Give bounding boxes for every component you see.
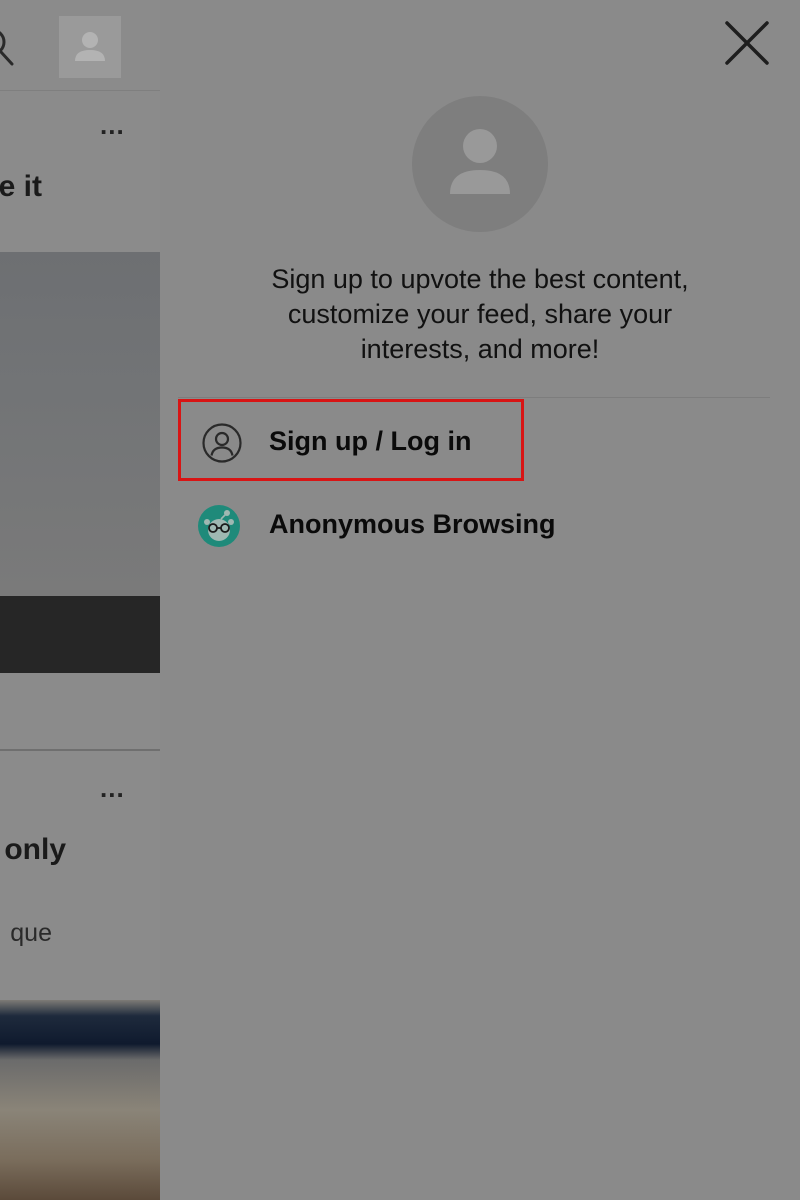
divider bbox=[178, 397, 770, 398]
background-feed: ... e it ... only que bbox=[0, 0, 160, 1200]
prompt-line: Sign up to upvote the best content, bbox=[271, 264, 689, 294]
post-title: only bbox=[4, 833, 66, 866]
post-image-footer bbox=[0, 596, 160, 673]
signup-prompt: Sign up to upvote the best content, cust… bbox=[200, 262, 760, 367]
post-image bbox=[0, 1000, 160, 1200]
account-drawer: Sign up to upvote the best content, cust… bbox=[160, 0, 800, 1200]
post-title: e it bbox=[0, 170, 42, 203]
post-more-options-icon: ... bbox=[100, 773, 125, 803]
prompt-line: interests, and more! bbox=[360, 334, 600, 364]
post-subtitle: que bbox=[10, 919, 52, 947]
feed-top-bar bbox=[0, 0, 160, 91]
post-image bbox=[0, 252, 160, 596]
anonymous-snoo-icon bbox=[198, 505, 240, 547]
signup-login-label: Sign up / Log in bbox=[269, 426, 472, 456]
anonymous-browsing-button[interactable]: Anonymous Browsing bbox=[178, 487, 778, 567]
anonymous-browsing-label: Anonymous Browsing bbox=[269, 509, 556, 539]
avatar bbox=[412, 96, 548, 232]
close-icon[interactable] bbox=[724, 20, 770, 66]
post-more-options-icon: ... bbox=[100, 110, 125, 140]
search-icon bbox=[0, 31, 14, 66]
user-placeholder-icon bbox=[450, 129, 510, 194]
profile-avatar-button bbox=[59, 16, 121, 78]
prompt-line: customize your feed, share your bbox=[287, 299, 673, 329]
user-circle-icon bbox=[202, 423, 242, 463]
post-divider bbox=[0, 749, 160, 751]
signup-login-button[interactable]: Sign up / Log in bbox=[178, 399, 524, 481]
user-icon bbox=[75, 32, 105, 61]
